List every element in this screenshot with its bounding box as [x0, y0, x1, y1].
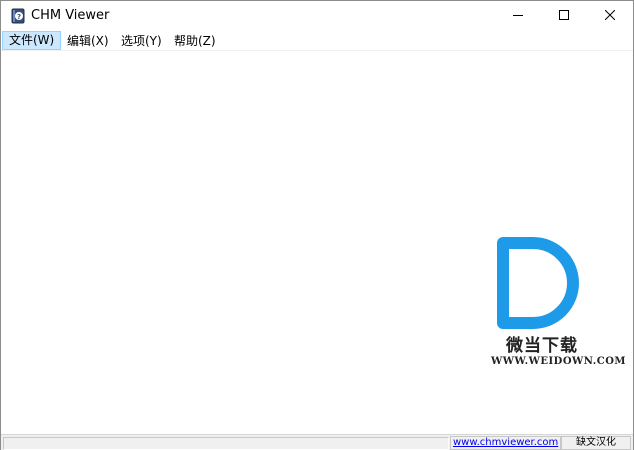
status-bar: www.chmviewer.com 缺文汉化	[1, 434, 633, 450]
chm-help-icon: ?	[11, 8, 25, 24]
watermark-en: WWW.WEIDOWN.COM	[491, 356, 626, 367]
title-bar[interactable]: ? CHM Viewer	[1, 1, 633, 31]
watermark-cn: 微当下载	[506, 336, 578, 356]
menu-bar: 文件(W) 编辑(X) 选项(Y) 帮助(Z)	[1, 31, 633, 51]
menu-help[interactable]: 帮助(Z)	[168, 32, 222, 50]
minimize-button[interactable]	[495, 1, 541, 31]
minimize-icon	[513, 9, 523, 23]
menu-edit[interactable]: 编辑(X)	[61, 32, 115, 50]
menu-file[interactable]: 文件(W)	[2, 31, 62, 50]
maximize-icon	[559, 9, 569, 23]
close-icon	[604, 9, 616, 23]
close-button[interactable]	[587, 1, 633, 31]
app-window: ? CHM Viewer 文件(W) 编辑(X) 选项(Y) 帮助(Z) 微当下…	[0, 0, 634, 450]
window-title: CHM Viewer	[31, 8, 110, 23]
maximize-button[interactable]	[541, 1, 587, 31]
status-main-pane	[3, 437, 449, 450]
website-link[interactable]: www.chmviewer.com	[450, 436, 562, 450]
svg-text:?: ?	[17, 13, 21, 21]
status-credit: 缺文汉化	[561, 436, 631, 450]
menu-options[interactable]: 选项(Y)	[115, 32, 168, 50]
